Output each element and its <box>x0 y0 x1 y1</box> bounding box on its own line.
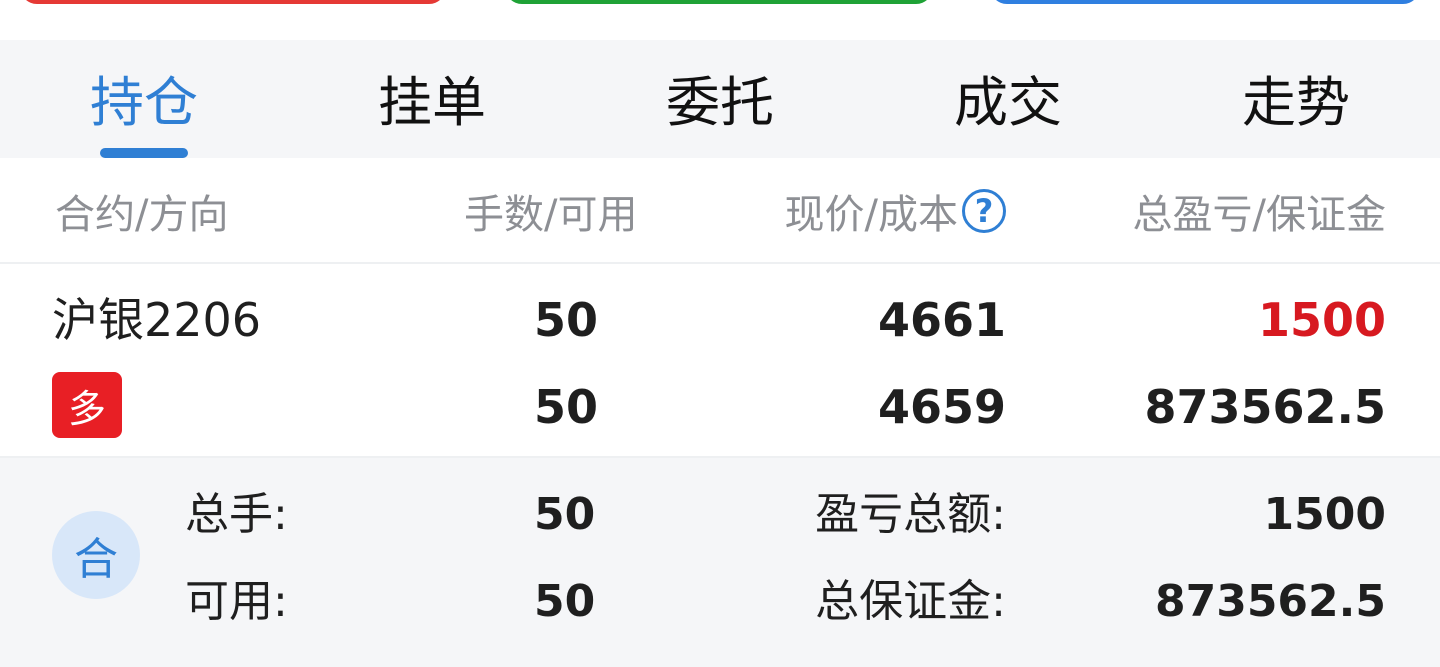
tab-trades[interactable]: 成交 <box>864 40 1152 158</box>
buy-button-partial[interactable] <box>505 0 933 4</box>
tab-positions[interactable]: 持仓 <box>0 40 288 158</box>
summary-total-margin-label: 总保证金: <box>815 576 1006 627</box>
direction-badge-long: 多 <box>52 372 122 438</box>
header-price-cost: 现价/成本 ? <box>785 158 1006 264</box>
summary-pnl-total: 1500 <box>1263 489 1386 540</box>
summary-total-margin: 873562.5 <box>1154 576 1386 627</box>
total-icon: 合 <box>52 511 140 599</box>
cost-price: 4659 <box>877 380 1006 434</box>
close-position-button-partial[interactable] <box>990 0 1420 4</box>
position-margin: 873562.5 <box>1144 380 1386 434</box>
current-price: 4661 <box>877 293 1006 347</box>
tab-orders[interactable]: 委托 <box>576 40 864 158</box>
active-tab-indicator <box>100 148 188 158</box>
help-icon[interactable]: ? <box>962 189 1006 233</box>
header-contract-direction: 合约/方向 <box>55 192 229 238</box>
header-lots-available: 手数/可用 <box>464 192 638 238</box>
tab-pending-orders[interactable]: 挂单 <box>288 40 576 158</box>
summary-total-lots-label: 总手: <box>185 489 288 540</box>
summary-total-lots: 50 <box>534 489 596 540</box>
tab-trend[interactable]: 走势 <box>1152 40 1440 158</box>
position-lots: 50 <box>534 293 599 347</box>
total-pnl: 1500 <box>1257 293 1386 347</box>
positions-screen: 持仓 挂单 委托 成交 走势 合约/方向 手数/可用 现价/成本 ? 总盈亏/保… <box>0 0 1440 667</box>
summary-available-label: 可用: <box>185 576 288 627</box>
sell-button-partial[interactable] <box>20 0 446 4</box>
header-pnl-margin: 总盈亏/保证金 <box>1132 192 1386 238</box>
position-available: 50 <box>534 380 599 434</box>
position-row[interactable]: 沪银2206 多 50 50 4661 4659 1500 873562.5 <box>0 264 1440 458</box>
summary-available: 50 <box>534 576 596 627</box>
header-price-cost-label: 现价/成本 <box>784 192 958 238</box>
contract-name: 沪银2206 <box>52 293 262 347</box>
tab-bar: 持仓 挂单 委托 成交 走势 <box>0 40 1440 158</box>
positions-header-row: 合约/方向 手数/可用 现价/成本 ? 总盈亏/保证金 <box>0 158 1440 264</box>
positions-summary: 合 总手: 50 可用: 50 盈亏总额: 1500 总保证金: 873562.… <box>0 458 1440 667</box>
summary-pnl-total-label: 盈亏总额: <box>815 489 1006 540</box>
